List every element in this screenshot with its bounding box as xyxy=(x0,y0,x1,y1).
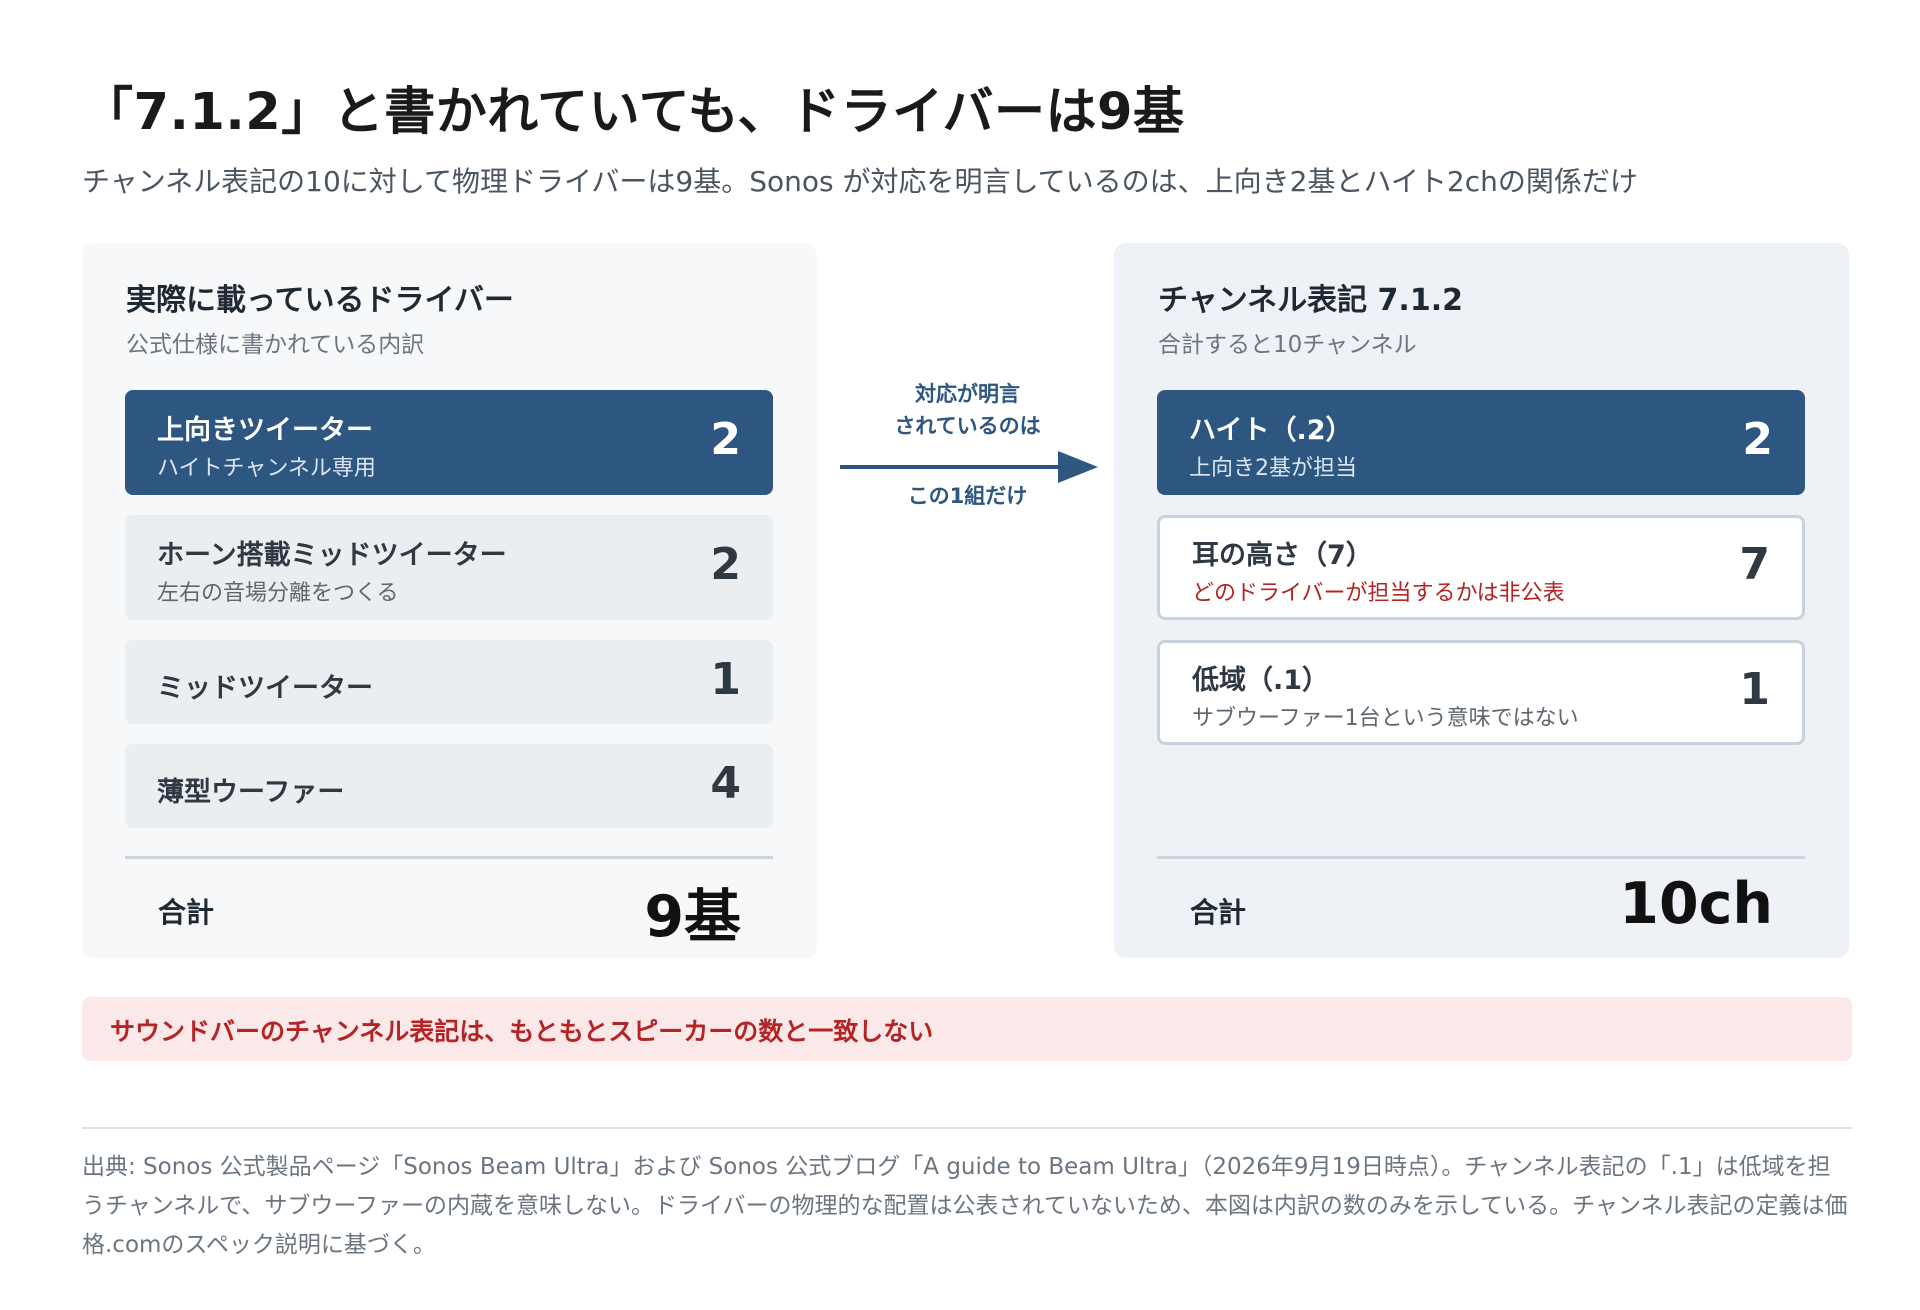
driver-row-label: ホーン搭載ミッドツイーター xyxy=(157,540,507,571)
driver-row-count: 2 xyxy=(710,414,741,465)
channel-row-height: ハイト（.2） 上向き2基が担当 2 xyxy=(1157,390,1805,495)
page-title: 「7.1.2」と書かれていても、ドライバーは9基 xyxy=(82,83,1185,142)
driver-row-count: 1 xyxy=(710,654,741,705)
driver-row-woofer: 薄型ウーファー 4 xyxy=(125,744,773,828)
channel-row-note: 上向き2基が担当 xyxy=(1189,456,1357,481)
driver-row-midtweeter: ミッドツイーター 1 xyxy=(125,640,773,724)
drivers-total-label: 合計 xyxy=(158,896,215,929)
drivers-panel-title: 実際に載っているドライバー xyxy=(126,283,514,318)
channels-total-value: 10ch xyxy=(1619,871,1773,937)
warning-callout-text: サウンドバーのチャンネル表記は、もともとスピーカーの数と一致しない xyxy=(110,1017,934,1046)
driver-row-label: 上向きツイーター xyxy=(157,415,373,446)
channel-row-label: ハイト（.2） xyxy=(1189,415,1353,446)
channel-row-count: 1 xyxy=(1739,664,1770,715)
warning-callout: サウンドバーのチャンネル表記は、もともとスピーカーの数と一致しない xyxy=(82,997,1852,1061)
drivers-panel-subtitle: 公式仕様に書かれている内訳 xyxy=(126,332,425,358)
channels-total-divider xyxy=(1157,856,1805,859)
footnote-divider xyxy=(82,1127,1852,1129)
channels-panel: チャンネル表記 7.1.2 合計すると10チャンネル ハイト（.2） 上向き2基… xyxy=(1114,243,1849,958)
channels-total-label: 合計 xyxy=(1190,896,1247,929)
drivers-total-value: 9基 xyxy=(644,884,741,950)
driver-row-horn-midtweeter: ホーン搭載ミッドツイーター 左右の音場分離をつくる 2 xyxy=(125,515,773,620)
connector-top-line2: されているのは xyxy=(894,414,1041,438)
drivers-total-divider xyxy=(125,856,773,859)
channel-row-count: 7 xyxy=(1739,539,1770,590)
diagram-page: 「7.1.2」と書かれていても、ドライバーは9基 チャンネル表記の10に対して物… xyxy=(0,0,1920,1310)
drivers-panel: 実際に載っているドライバー 公式仕様に書かれている内訳 上向きツイーター ハイト… xyxy=(82,243,817,958)
channel-row-note: サブウーファー1台という意味ではない xyxy=(1192,706,1579,731)
channel-row-label: 耳の高さ（7） xyxy=(1192,540,1373,571)
driver-row-upfiring-tweeter: 上向きツイーター ハイトチャンネル専用 2 xyxy=(125,390,773,495)
source-footnote: 出典: Sonos 公式製品ページ「Sonos Beam Ultra」および S… xyxy=(82,1154,1848,1258)
channel-row-low: 低域（.1） サブウーファー1台という意味ではない 1 xyxy=(1157,640,1805,745)
channel-row-label: 低域（.1） xyxy=(1192,665,1330,696)
connector-bottom-text: この1組だけ xyxy=(907,484,1028,508)
connector-top-line1: 対応が明言 xyxy=(915,382,1020,406)
driver-row-note: ハイトチャンネル専用 xyxy=(157,456,376,481)
driver-row-count: 2 xyxy=(710,539,741,590)
channels-panel-subtitle: 合計すると10チャンネル xyxy=(1158,332,1417,358)
driver-row-label: ミッドツイーター xyxy=(157,673,373,704)
channels-panel-title: チャンネル表記 7.1.2 xyxy=(1158,283,1463,318)
driver-row-count: 4 xyxy=(710,758,741,809)
page-subtitle: チャンネル表記の10に対して物理ドライバーは9基。Sonos が対応を明言してい… xyxy=(82,165,1638,198)
channel-row-note-warning: どのドライバーが担当するかは非公表 xyxy=(1192,581,1565,606)
connector-top-text: 対応が明言 されているのは xyxy=(860,378,1075,442)
channel-row-count: 2 xyxy=(1742,414,1773,465)
driver-row-label: 薄型ウーファー xyxy=(157,777,345,808)
channel-row-ear-level: 耳の高さ（7） どのドライバーが担当するかは非公表 7 xyxy=(1157,515,1805,620)
driver-row-note: 左右の音場分離をつくる xyxy=(157,581,399,606)
